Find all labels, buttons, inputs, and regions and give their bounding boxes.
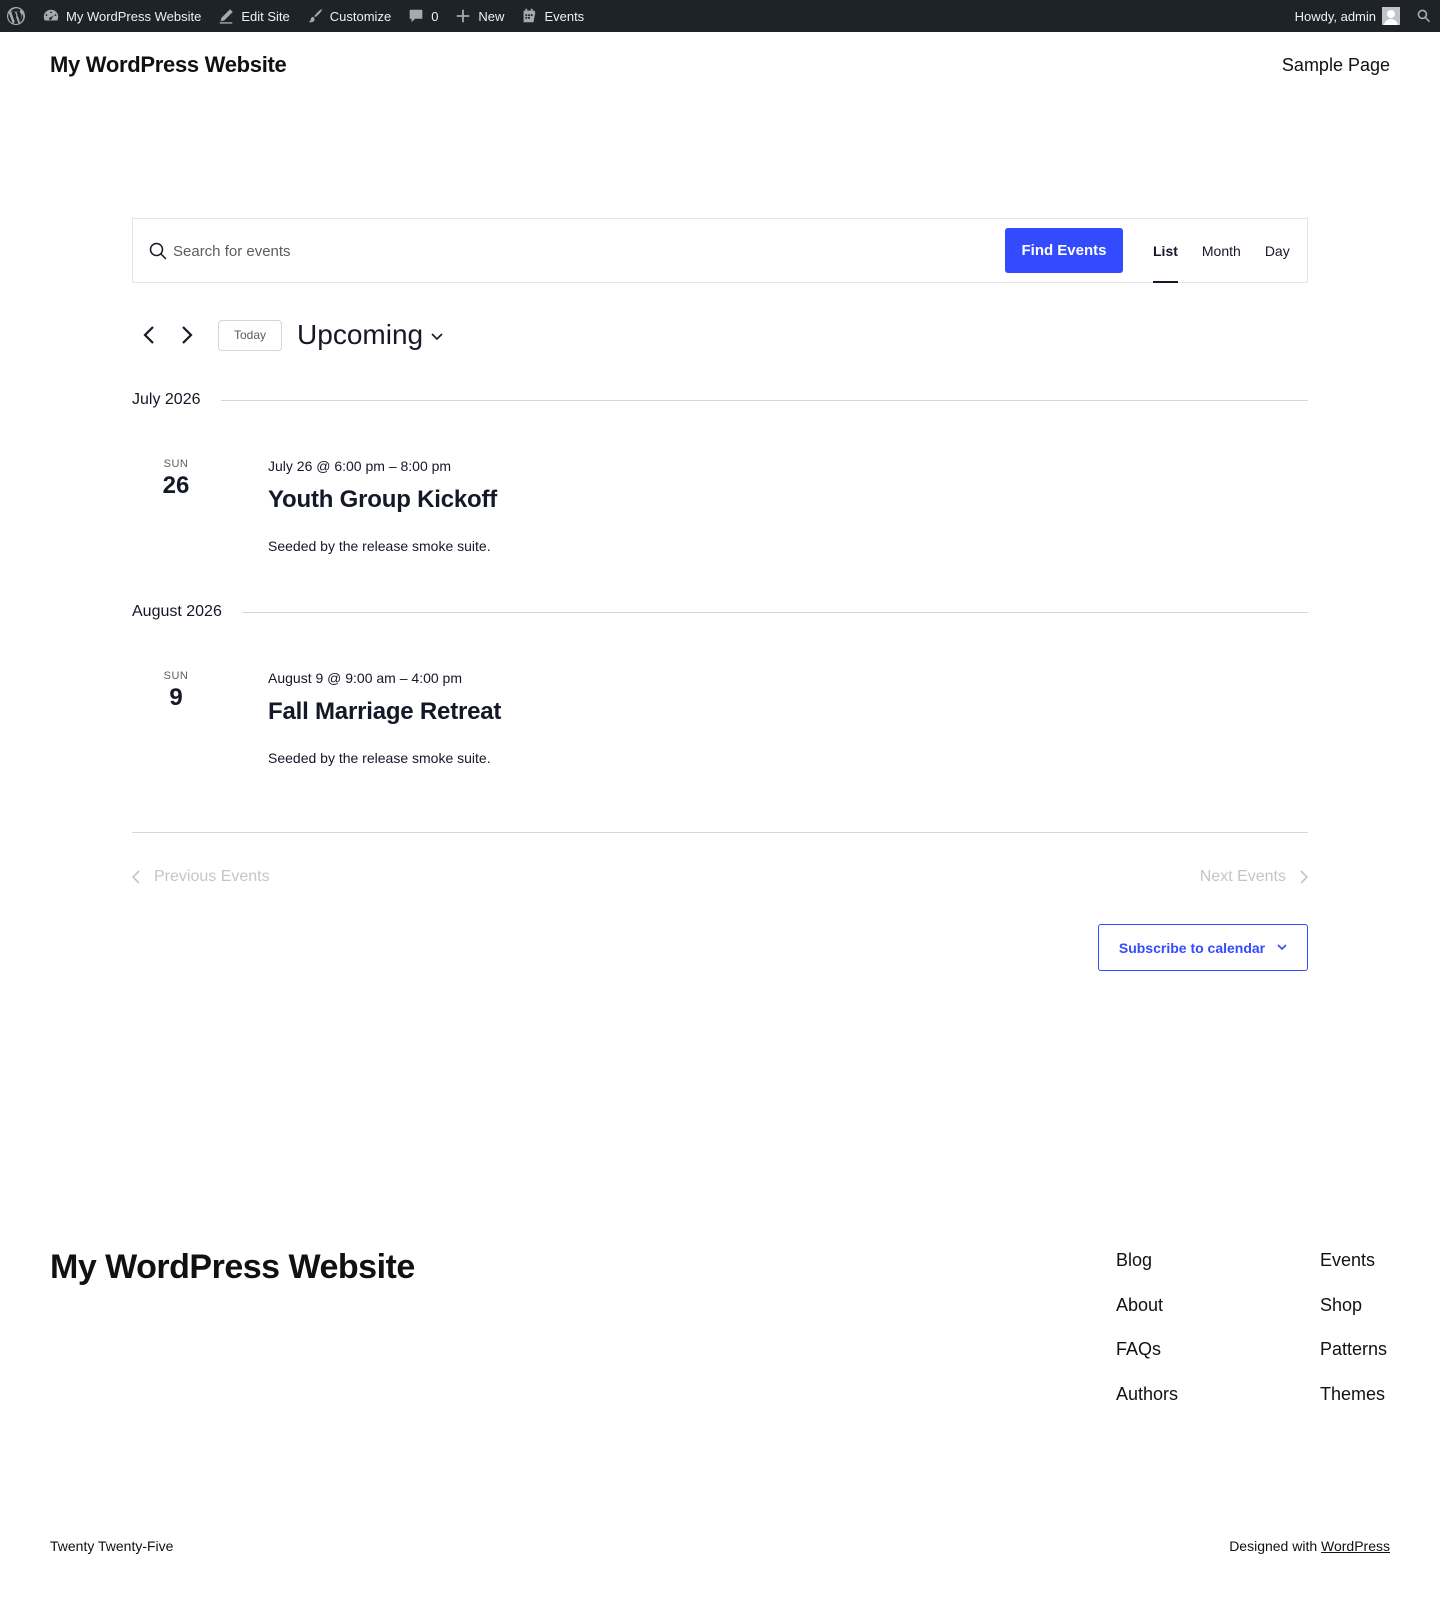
footer-designed-with: Designed with WordPress [1229, 1538, 1390, 1554]
wordpress-logo-icon [7, 7, 25, 25]
edit-pencil-icon [220, 9, 234, 24]
chevron-down-icon [431, 333, 443, 341]
site-header: My WordPress Website Sample Page [0, 32, 1440, 102]
events-search-bar: Find Events List Month Day [132, 218, 1308, 283]
admin-bar-new[interactable]: New [446, 0, 512, 32]
avatar [1382, 7, 1400, 25]
plus-icon [457, 9, 470, 23]
subscribe-to-calendar-button[interactable]: Subscribe to calendar [1098, 924, 1308, 971]
next-button[interactable] [170, 318, 204, 352]
event-date-tag: SUN 9 [132, 670, 220, 712]
event-title-link[interactable]: Youth Group Kickoff [268, 486, 1168, 514]
search-input[interactable] [173, 233, 973, 269]
event-title-link[interactable]: Fall Marriage Retreat [268, 698, 1168, 726]
comments-count: 0 [431, 8, 439, 24]
designed-with-label: Designed with [1229, 1538, 1318, 1554]
admin-bar-comments[interactable]: 0 [399, 0, 446, 32]
chevron-left-icon [143, 326, 154, 344]
footer-theme-credit: Twenty Twenty-Five [50, 1538, 174, 1554]
view-tab-day[interactable]: Day [1253, 219, 1302, 282]
nav-sample-page[interactable]: Sample Page [1282, 55, 1390, 76]
month-separator: July 2026 [132, 390, 1308, 410]
view-tab-list[interactable]: List [1141, 219, 1190, 283]
footer-link-shop[interactable]: Shop [1320, 1295, 1387, 1340]
chevron-left-icon [132, 870, 140, 884]
event-details: July 26 @ 6:00 pm – 8:00 pm Youth Group … [268, 458, 1168, 554]
admin-bar-edit-site[interactable]: Edit Site [209, 0, 297, 32]
footer-nav-column-1: Blog About FAQs Authors [1116, 1250, 1178, 1428]
search-icon [149, 242, 167, 260]
event-row: SUN 9 August 9 @ 9:00 am – 4:00 pm Fall … [132, 670, 1308, 790]
site-title[interactable]: My WordPress Website [50, 52, 287, 78]
footer-link-faqs[interactable]: FAQs [1116, 1339, 1178, 1384]
event-weekday: SUN [163, 458, 189, 470]
admin-bar-right: Howdy, admin [1287, 0, 1440, 32]
next-events-link[interactable]: Next Events [1200, 868, 1308, 886]
today-button[interactable]: Today [218, 319, 283, 351]
new-label: New [478, 8, 505, 24]
howdy-label: Howdy, admin [1294, 8, 1376, 24]
month-divider [241, 611, 1308, 613]
admin-bar: My WordPress Website Edit Site Customize… [0, 0, 1440, 32]
footer-link-patterns[interactable]: Patterns [1320, 1339, 1387, 1384]
paintbrush-icon [308, 9, 322, 23]
admin-bar-search[interactable] [1408, 0, 1440, 32]
view-selector: List Month Day [1141, 219, 1302, 283]
admin-bar-customize[interactable]: Customize [298, 0, 399, 32]
event-row: SUN 26 July 26 @ 6:00 pm – 8:00 pm Youth… [132, 458, 1308, 578]
event-details: August 9 @ 9:00 am – 4:00 pm Fall Marria… [268, 670, 1168, 766]
customize-label: Customize [329, 8, 392, 24]
admin-bar-site-name[interactable]: My WordPress Website [34, 0, 209, 32]
subscribe-label: Subscribe to calendar [1118, 939, 1266, 956]
wordpress-logo-menu[interactable] [0, 0, 34, 32]
month-divider [220, 399, 1308, 401]
event-date-tag: SUN 26 [132, 458, 220, 500]
comment-bubble-icon [409, 9, 423, 23]
previous-button[interactable] [132, 318, 166, 352]
chevron-right-icon [1300, 870, 1308, 884]
event-datetime: August 9 @ 9:00 am – 4:00 pm [268, 670, 462, 686]
chevron-down-icon [1277, 944, 1287, 951]
date-range-label: Upcoming [297, 319, 424, 350]
footer-link-about[interactable]: About [1116, 1295, 1178, 1340]
event-datetime: July 26 @ 6:00 pm – 8:00 pm [268, 458, 452, 474]
event-day-number: 26 [162, 472, 190, 499]
search-icon [1417, 9, 1431, 23]
event-description: Seeded by the release smoke suite. [268, 750, 491, 766]
list-bottom-divider [132, 832, 1308, 833]
month-separator: August 2026 [132, 602, 1308, 622]
event-description: Seeded by the release smoke suite. [268, 538, 491, 554]
footer-link-authors[interactable]: Authors [1116, 1384, 1178, 1429]
events-label: Events [544, 8, 585, 24]
admin-bar-events[interactable]: Events [512, 0, 592, 32]
previous-events-link[interactable]: Previous Events [132, 868, 270, 886]
month-label: July 2026 [132, 391, 201, 408]
previous-events-label: Previous Events [154, 868, 270, 885]
find-events-button[interactable]: Find Events [1005, 228, 1123, 273]
footer-link-blog[interactable]: Blog [1116, 1250, 1178, 1295]
wordpress-link[interactable]: WordPress [1321, 1538, 1390, 1554]
footer-nav-column-2: Events Shop Patterns Themes [1320, 1250, 1387, 1428]
admin-bar-my-account[interactable]: Howdy, admin [1287, 0, 1408, 32]
next-events-label: Next Events [1199, 868, 1286, 885]
month-label: August 2026 [132, 603, 222, 620]
calendar-icon [524, 8, 536, 23]
event-day-number: 9 [169, 684, 183, 711]
footer-link-themes[interactable]: Themes [1320, 1384, 1387, 1429]
chevron-right-icon [182, 326, 193, 344]
admin-bar-site-name-label: My WordPress Website [66, 8, 202, 24]
edit-site-label: Edit Site [241, 8, 290, 24]
date-range-picker[interactable]: Upcoming [297, 319, 443, 351]
footer-link-events[interactable]: Events [1320, 1250, 1387, 1295]
footer-site-title[interactable]: My WordPress Website [50, 1248, 415, 1287]
dashboard-icon [43, 9, 59, 21]
view-tab-month[interactable]: Month [1190, 219, 1253, 282]
event-weekday: SUN [163, 670, 189, 682]
admin-bar-left: My WordPress Website Edit Site Customize… [0, 0, 592, 32]
events-navigation: Today Upcoming [132, 318, 443, 352]
